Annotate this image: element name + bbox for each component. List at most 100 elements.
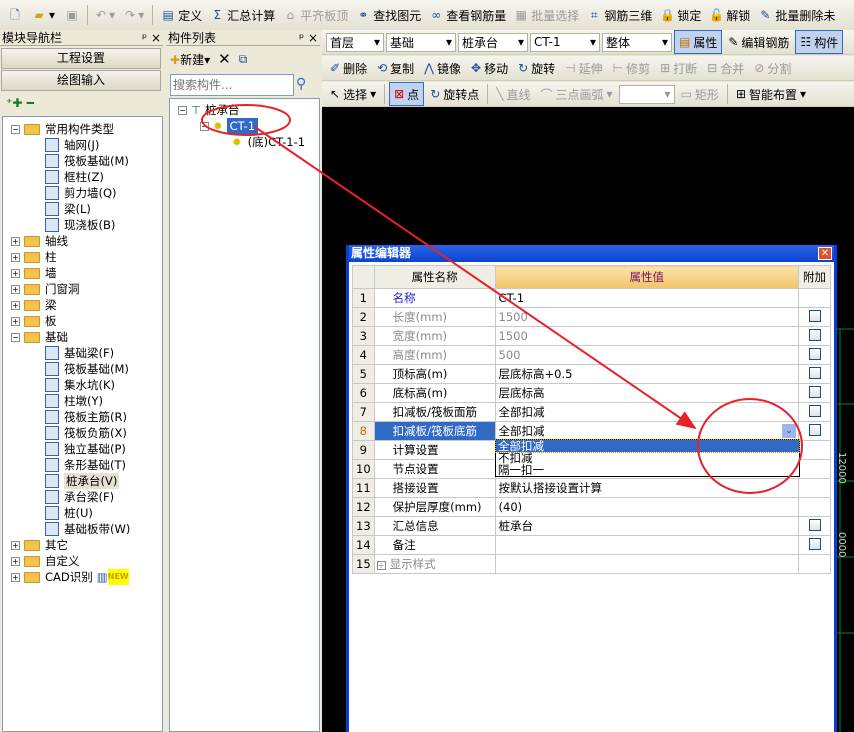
- property-row[interactable]: 4 高度(mm) 500: [352, 345, 831, 365]
- tree-item-sub[interactable]: ✹ (底)CT-1-1: [178, 134, 319, 150]
- property-value[interactable]: 1500: [494, 326, 800, 346]
- nav-item[interactable]: 轴网(J): [11, 137, 162, 153]
- delete-icon[interactable]: ✕: [218, 50, 231, 68]
- property-value[interactable]: CT-1: [494, 288, 800, 308]
- project-settings-button[interactable]: 工程设置: [1, 48, 161, 69]
- property-value[interactable]: 全部扣减: [494, 402, 800, 422]
- undo-button[interactable]: ↶ ▾: [92, 3, 119, 27]
- extra-checkbox[interactable]: [808, 328, 821, 341]
- tree-root[interactable]: − ⊤ 桩承台: [178, 102, 319, 118]
- property-value[interactable]: 桩承台: [494, 516, 800, 536]
- property-row[interactable]: 11 搭接设置 按默认搭接设置计算: [352, 478, 831, 498]
- toolbar-rebar-3d-button[interactable]: ⌗ 钢筋三维: [583, 3, 656, 27]
- edit-tool-button[interactable]: ⊣ 延伸: [561, 56, 606, 80]
- edit-tool-button[interactable]: ✐ 删除: [326, 56, 371, 80]
- toolbar-batch-select-button[interactable]: ▦ 批量选择: [510, 3, 583, 27]
- nav-group[interactable]: + 门窗洞: [11, 281, 162, 297]
- nav-group[interactable]: + 轴线: [11, 233, 162, 249]
- nav-item[interactable]: 框柱(Z): [11, 169, 162, 185]
- extra-cell[interactable]: [798, 307, 831, 327]
- property-value[interactable]: 全部扣减 ⌄: [494, 421, 800, 441]
- extra-checkbox[interactable]: [808, 309, 821, 322]
- extra-checkbox[interactable]: [808, 366, 821, 379]
- name-select[interactable]: CT-1 ▾: [530, 32, 600, 52]
- save-button[interactable]: ▣: [61, 3, 83, 27]
- nav-group[interactable]: + CAD识别 ▥ NEW: [11, 569, 162, 585]
- pin-close-icons[interactable]: ᵖ ×: [299, 31, 318, 45]
- chevron-down-icon[interactable]: ⌄: [782, 424, 796, 438]
- edit-tool-button[interactable]: ⊞ 打断: [656, 56, 701, 80]
- nav-item[interactable]: 桩承台(V): [11, 473, 162, 489]
- nav-group[interactable]: − 基础: [11, 329, 162, 345]
- toolbar-glasses-button[interactable]: ∞ 查看钢筋量: [425, 3, 510, 27]
- property-row[interactable]: 6 底标高(m) 层底标高: [352, 383, 831, 403]
- rotate-point-button[interactable]: ↻ 旋转点: [426, 82, 483, 106]
- open-file-button[interactable]: ▰ ▾: [28, 3, 59, 27]
- property-row[interactable]: 13 汇总信息 桩承台: [352, 516, 831, 536]
- property-value[interactable]: [494, 554, 800, 574]
- edit-tool-button[interactable]: ✥ 移动: [467, 56, 512, 80]
- nav-item[interactable]: 集水坑(K): [11, 377, 162, 393]
- nav-group[interactable]: + 柱: [11, 249, 162, 265]
- nav-item[interactable]: 筏板基础(M): [11, 153, 162, 169]
- search-icon[interactable]: ⚲: [296, 76, 306, 92]
- extra-cell[interactable]: [798, 402, 831, 422]
- arc-button[interactable]: ⌒ 三点画弧 ▾: [537, 82, 617, 106]
- point-button[interactable]: ⊠ 点: [389, 82, 425, 106]
- property-row[interactable]: 7 扣减板/筏板面筋 全部扣减: [352, 402, 831, 422]
- tree-item-ct1[interactable]: − ✹ CT-1: [178, 118, 319, 134]
- extra-checkbox[interactable]: [808, 423, 821, 436]
- dropdown-option[interactable]: 全部扣减: [495, 439, 800, 453]
- dropdown-option[interactable]: 隔一扣一: [496, 464, 799, 476]
- nav-item[interactable]: 独立基础(P): [11, 441, 162, 457]
- redo-button[interactable]: ↷ ▾: [121, 3, 148, 27]
- property-value[interactable]: 按默认搭接设置计算: [494, 478, 800, 498]
- new-file-button[interactable]: 🗋: [4, 3, 26, 27]
- property-row[interactable]: 15 + 显示样式: [352, 554, 831, 574]
- nav-group[interactable]: − 常用构件类型: [11, 121, 162, 137]
- toolbar-define-button[interactable]: ▤ 定义: [157, 3, 206, 27]
- extra-cell[interactable]: [798, 364, 831, 384]
- property-value[interactable]: 1500: [494, 307, 800, 327]
- expand-icon[interactable]: +: [376, 561, 386, 570]
- rect-button[interactable]: ▭ 矩形: [677, 82, 723, 106]
- nav-group[interactable]: + 其它: [11, 537, 162, 553]
- property-row[interactable]: 5 顶标高(m) 层底标高+0.5: [352, 364, 831, 384]
- extra-checkbox[interactable]: [808, 404, 821, 417]
- nav-item[interactable]: 柱墩(Y): [11, 393, 162, 409]
- property-row[interactable]: 14 备注: [352, 535, 831, 555]
- nav-item[interactable]: 基础板带(W): [11, 521, 162, 537]
- extra-checkbox[interactable]: [808, 518, 821, 531]
- line-button[interactable]: ╲ 直线: [492, 82, 534, 106]
- property-value[interactable]: 层底标高+0.5: [494, 364, 800, 384]
- floor-select[interactable]: 首层 ▾: [326, 32, 384, 52]
- property-value[interactable]: [494, 535, 800, 555]
- expand-collapse-all-icons[interactable]: ⁺✚ ━: [6, 96, 34, 110]
- drawing-input-button[interactable]: 绘图输入: [1, 70, 161, 91]
- extra-cell[interactable]: [798, 535, 831, 555]
- extra-checkbox[interactable]: [808, 537, 821, 550]
- nav-group[interactable]: + 自定义: [11, 553, 162, 569]
- copy-icon[interactable]: ⧉: [239, 52, 248, 67]
- nav-item[interactable]: 条形基础(T): [11, 457, 162, 473]
- extra-cell[interactable]: [798, 326, 831, 346]
- nav-group[interactable]: + 墙: [11, 265, 162, 281]
- edit-rebar-button[interactable]: ✎ 编辑钢筋: [724, 30, 793, 54]
- property-value[interactable]: 500: [494, 345, 800, 365]
- category-select[interactable]: 基础 ▾: [386, 32, 456, 52]
- type-select[interactable]: 桩承台 ▾: [458, 32, 528, 52]
- extra-checkbox[interactable]: [808, 347, 821, 360]
- close-button[interactable]: ✕: [818, 247, 832, 260]
- property-value[interactable]: 层底标高: [494, 383, 800, 403]
- property-row[interactable]: 1 名称 CT-1: [352, 288, 831, 308]
- toolbar-batch-delete-button[interactable]: ✎ 批量删除未: [754, 3, 839, 27]
- nav-item[interactable]: 筏板基础(M): [11, 361, 162, 377]
- property-row[interactable]: 3 宽度(mm) 1500: [352, 326, 831, 346]
- nav-item[interactable]: 筏板主筋(R): [11, 409, 162, 425]
- pin-close-icons[interactable]: ᵖ ×: [142, 31, 161, 45]
- extra-cell[interactable]: [798, 516, 831, 536]
- nav-item[interactable]: 承台梁(F): [11, 489, 162, 505]
- property-row[interactable]: 12 保护层厚度(mm) (40): [352, 497, 831, 517]
- toolbar-sigma-button[interactable]: Σ 汇总计算: [206, 3, 279, 27]
- property-row[interactable]: 8 扣减板/筏板底筋 全部扣减 ⌄: [352, 421, 831, 441]
